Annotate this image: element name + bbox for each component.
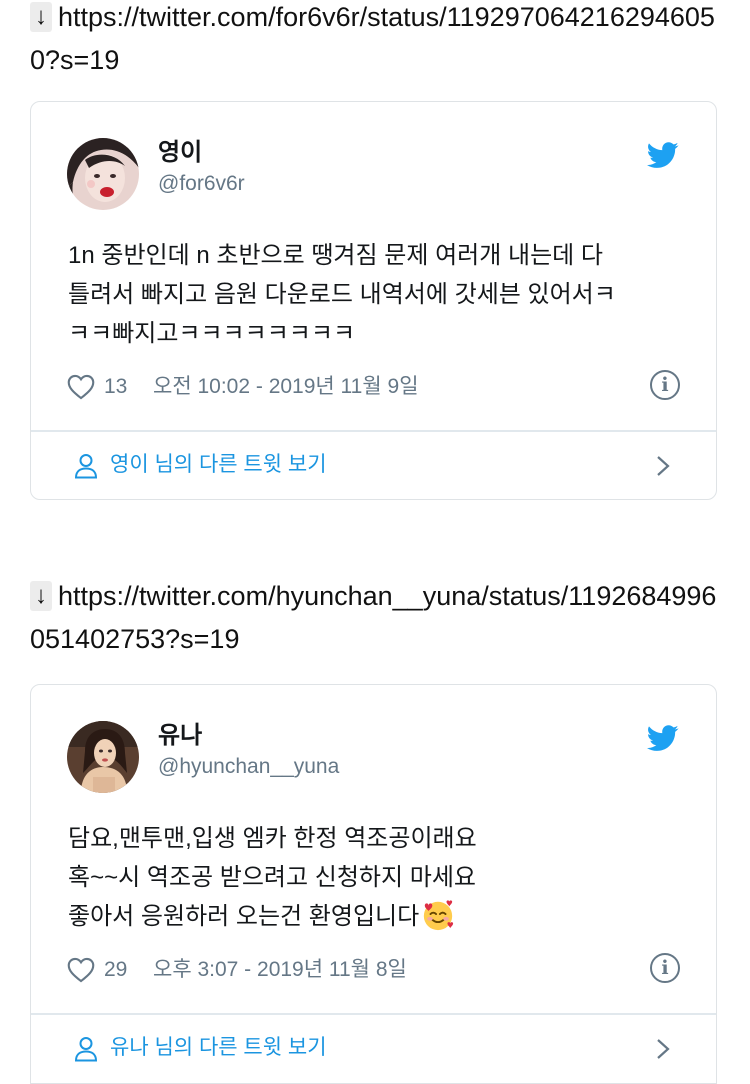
smiling-face-with-hearts-emoji [424, 900, 454, 931]
author-name[interactable]: 유나 [158, 721, 202, 751]
heart-icon[interactable] [67, 374, 95, 400]
more-tweets-label[interactable]: 영이 님의 다른 트윗 보기 [110, 450, 327, 480]
tweet-text: 담요,맨투맨,입생 엠카 한정 역조공이래요 혹~~시 역조공 받으려고 신청하… [68, 819, 686, 936]
tweet-url[interactable]: https://twitter.com/for6v6r/status/11929… [30, 2, 715, 75]
tweet-text-line: 담요,맨투맨,입생 엠카 한정 역조공이래요 [68, 825, 477, 852]
tweet-text-line: ㅋㅋ빠지고ㅋㅋㅋㅋㅋㅋㅋㅋ [68, 320, 356, 347]
download-arrow-icon: ↓ [30, 2, 52, 32]
tweet-text: 1n 중반인데 n 초반으로 땡겨짐 문제 여러개 내는데 다 틀려서 빠지고 … [68, 236, 686, 353]
like-count: 29 [104, 958, 128, 981]
tweet-meta: 29 오후 3:07 - 2019년 11월 8일 i [67, 953, 680, 985]
more-tweets-link[interactable]: 유나 님의 다른 트윗 보기 [31, 1015, 716, 1083]
tweet-timestamp[interactable]: 오후 3:07 - 2019년 11월 8일 [153, 955, 407, 985]
tweet-text-line: 틀려서 빠지고 음원 다운로드 내역서에 갓세븐 있어서ㅋ [68, 281, 616, 308]
download-arrow-icon: ↓ [30, 581, 52, 611]
person-icon [74, 1037, 98, 1062]
author-name[interactable]: 영이 [158, 138, 202, 168]
more-tweets-label[interactable]: 유나 님의 다른 트윗 보기 [110, 1033, 327, 1063]
like-count: 13 [104, 375, 128, 398]
tweet-link-2[interactable]: ↓ https://twitter.com/hyunchan__yuna/stat… [30, 575, 720, 661]
info-icon[interactable]: i [650, 370, 680, 400]
heart-icon[interactable] [67, 957, 95, 983]
tweet-text-line: 1n 중반인데 n 초반으로 땡겨짐 문제 여러개 내는데 다 [68, 242, 603, 269]
tweet-card-2[interactable]: 유나 @hyunchan__yuna 담요,맨투맨,입생 엠카 한정 역조공이래… [30, 684, 717, 1084]
twitter-bird-icon[interactable] [647, 142, 679, 169]
tweet-meta: 13 오전 10:02 - 2019년 11월 9일 i [67, 370, 680, 402]
author-handle[interactable]: @for6v6r [158, 170, 245, 198]
avatar[interactable] [67, 721, 139, 793]
twitter-bird-icon[interactable] [647, 725, 679, 752]
tweet-url[interactable]: https://twitter.com/hyunchan__yuna/statu… [30, 581, 716, 654]
author-handle[interactable]: @hyunchan__yuna [158, 753, 339, 781]
tweet-text-line-content: 좋아서 응원하러 오는건 환영입니다 [68, 903, 420, 930]
avatar[interactable] [67, 138, 139, 210]
tweet-text-line: 좋아서 응원하러 오는건 환영입니다 [68, 897, 686, 936]
info-icon[interactable]: i [650, 953, 680, 983]
tweet-card-1[interactable]: 영이 @for6v6r 1n 중반인데 n 초반으로 땡겨짐 문제 여러개 내는… [30, 101, 717, 500]
more-tweets-link[interactable]: 영이 님의 다른 트윗 보기 [31, 432, 716, 499]
chevron-right-icon[interactable] [656, 1038, 670, 1060]
chevron-right-icon[interactable] [656, 455, 670, 477]
tweet-link-1[interactable]: ↓ https://twitter.com/for6v6r/status/1192… [30, 0, 720, 82]
tweet-timestamp[interactable]: 오전 10:02 - 2019년 11월 9일 [153, 372, 419, 402]
tweet-text-line: 혹~~시 역조공 받으려고 신청하지 마세요 [68, 864, 476, 891]
person-icon [74, 454, 98, 479]
